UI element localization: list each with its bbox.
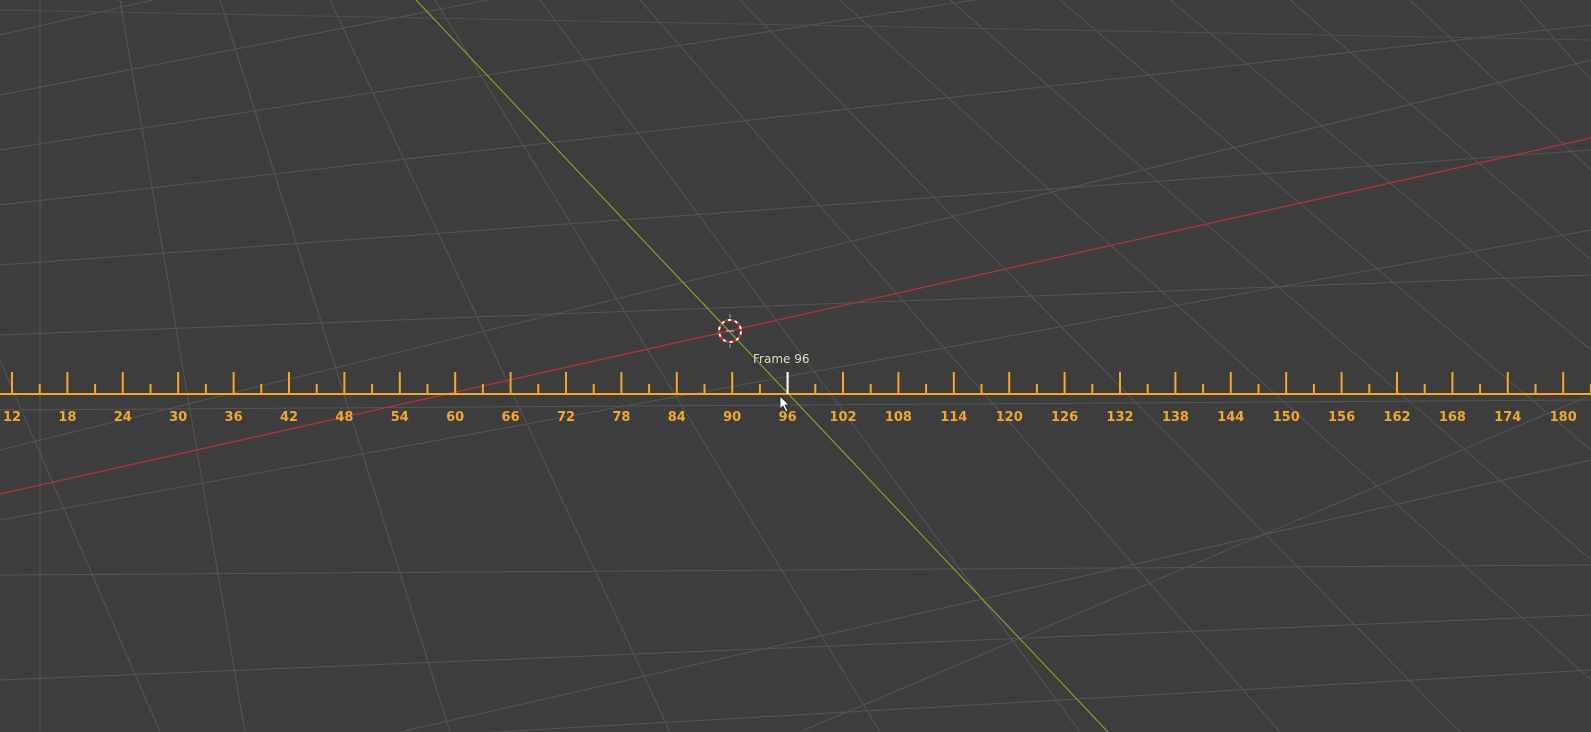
frame-ruler[interactable]: 12 18 24 30 36 42 48 54 60 66 72 78 84 90 96 102 108 114 1…	[0, 372, 1591, 425]
ruler-tick-label: 54	[391, 410, 409, 425]
y-axis-line	[415, 0, 1109, 732]
3d-cursor-icon[interactable]	[718, 314, 742, 348]
ruler-tick-label: 156	[1328, 410, 1355, 425]
floor-grid	[0, 0, 1591, 732]
ruler-tick-label: 108	[885, 410, 912, 425]
current-frame-label: Frame 96	[753, 352, 810, 366]
x-axis-line	[0, 137, 1591, 495]
viewport-scene[interactable]: 12 18 24 30 36 42 48 54 60 66 72 78 84 90 96 102 108 114 1…	[0, 0, 1591, 732]
ruler-tick-label: 168	[1439, 410, 1466, 425]
ruler-tick-label: 84	[668, 410, 686, 425]
ruler-tick-label: 42	[280, 410, 298, 425]
ruler-tick-label: 162	[1383, 410, 1410, 425]
ruler-tick-label: 126	[1051, 410, 1078, 425]
ruler-tick-label: 18	[58, 410, 76, 425]
ruler-tick-label: 102	[829, 410, 856, 425]
ruler-tick-label: 48	[335, 410, 353, 425]
ruler-tick-label: 24	[114, 410, 132, 425]
ruler-tick-label: 72	[557, 410, 575, 425]
ruler-tick-label: 60	[446, 410, 464, 425]
ruler-tick-label: 114	[940, 410, 967, 425]
ruler-tick-label: 12	[3, 410, 21, 425]
ruler-tick-label: 90	[723, 410, 741, 425]
ruler-tick-label: 180	[1550, 410, 1577, 425]
ruler-tick-label: 30	[169, 410, 187, 425]
3d-viewport[interactable]: 12 18 24 30 36 42 48 54 60 66 72 78 84 90 96 102 108 114 1…	[0, 0, 1591, 732]
ruler-tick-label: 96	[779, 410, 797, 425]
ruler-tick-label: 138	[1162, 410, 1189, 425]
ruler-tick-label: 132	[1106, 410, 1133, 425]
ruler-tick-label: 120	[996, 410, 1023, 425]
ruler-tick-label: 66	[502, 410, 520, 425]
ruler-tick-label: 78	[612, 410, 630, 425]
ruler-tick-label: 144	[1217, 410, 1244, 425]
ruler-tick-label: 174	[1494, 410, 1521, 425]
ruler-tick-label: 36	[225, 410, 243, 425]
ruler-tick-label: 150	[1273, 410, 1300, 425]
